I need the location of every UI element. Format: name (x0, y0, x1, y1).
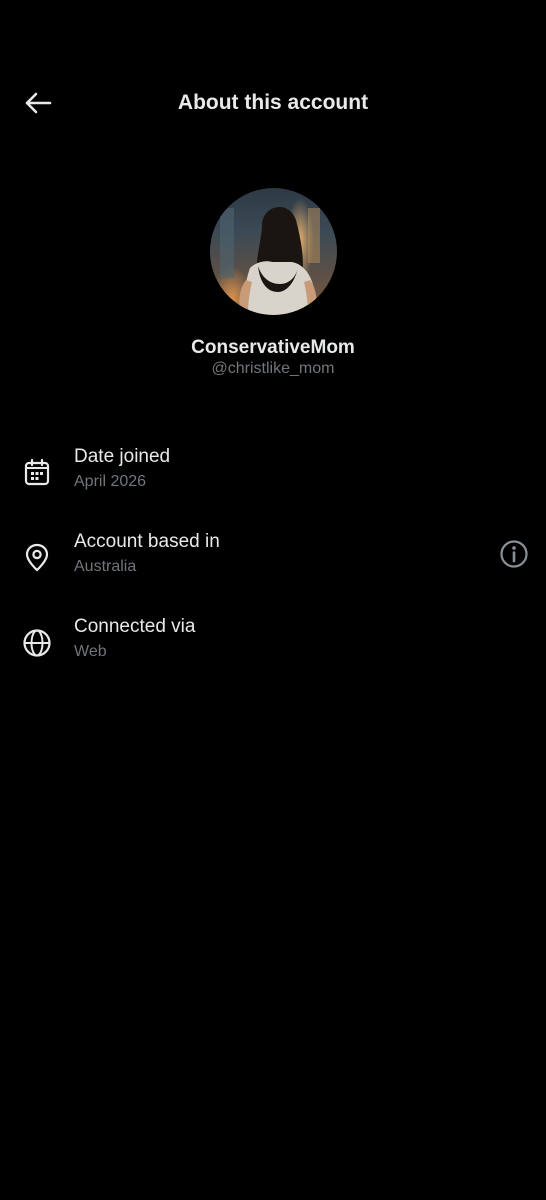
connected-via-value: Web (74, 643, 107, 660)
connected-via-row: Connected via Web (0, 614, 546, 678)
account-location-value: Australia (74, 558, 137, 575)
avatar (210, 188, 337, 315)
username-handle: @christlike_mom (211, 360, 335, 377)
date-joined-row: Date joined April 2026 (0, 444, 546, 508)
date-joined-value: April 2026 (74, 473, 147, 490)
globe-icon (23, 629, 51, 657)
account-location-label: Account based in (74, 531, 220, 552)
page-title: About this account (177, 91, 369, 114)
calendar-icon (24, 458, 50, 486)
date-joined-label: Date joined (74, 446, 171, 467)
connected-via-label: Connected via (74, 616, 196, 637)
location-pin-icon (25, 543, 49, 572)
top-bar: About this account (0, 0, 546, 205)
info-icon[interactable] (499, 539, 529, 569)
account-location-row: Account based in Australia (0, 529, 546, 593)
